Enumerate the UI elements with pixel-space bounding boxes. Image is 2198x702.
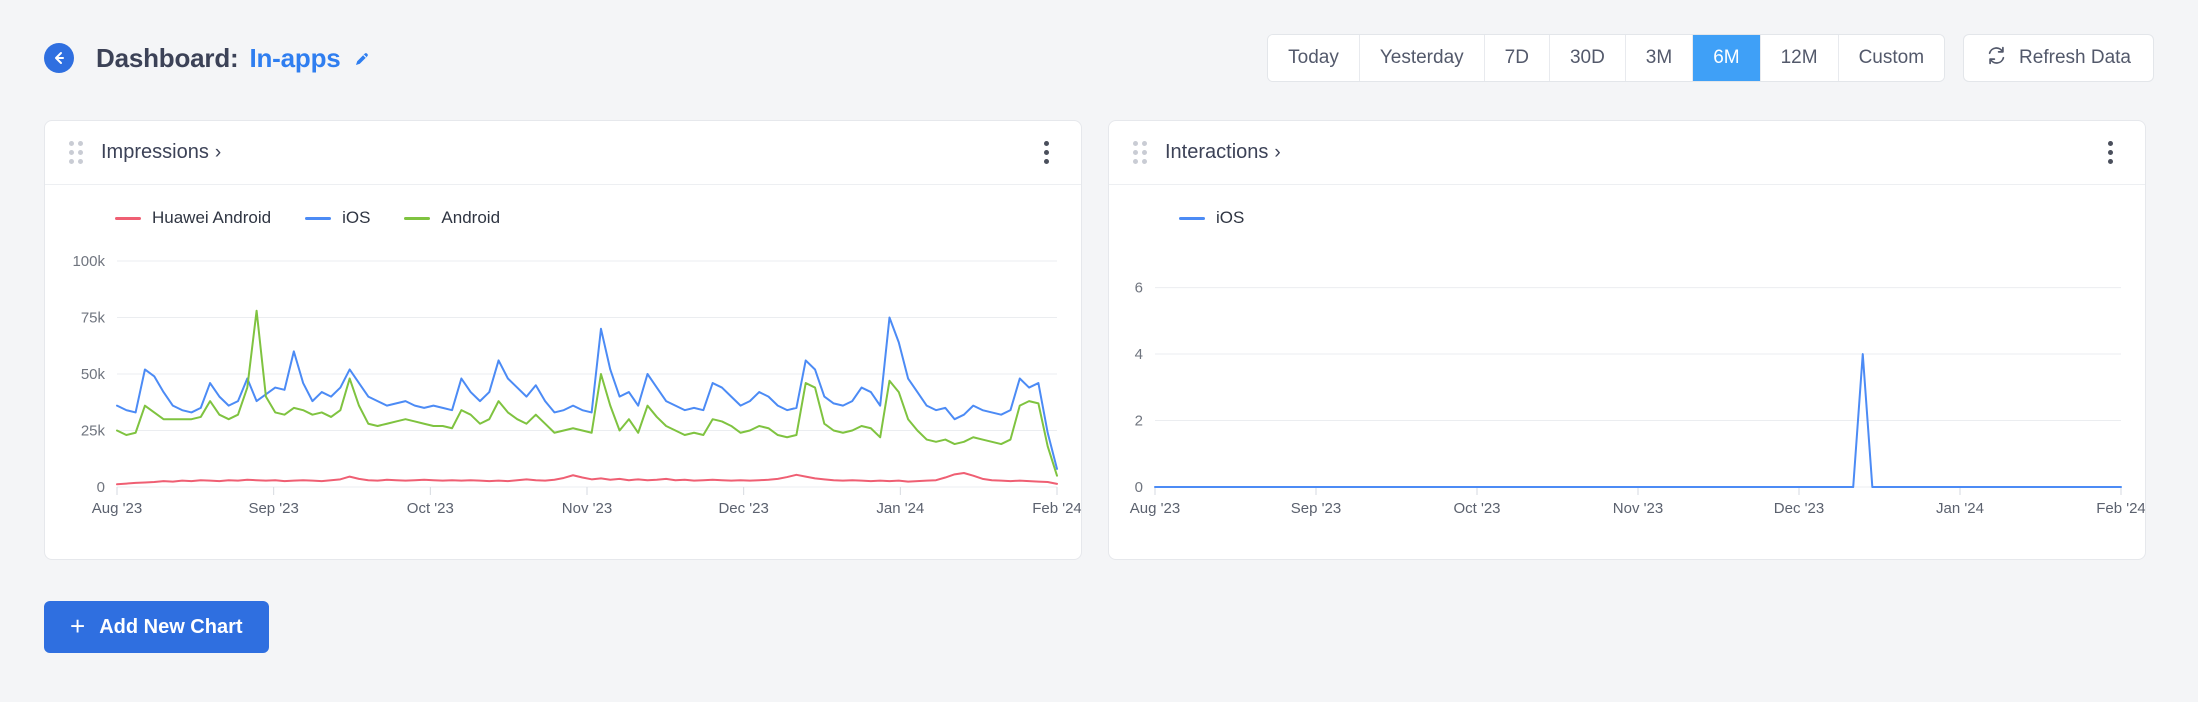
range-button-yesterday[interactable]: Yesterday xyxy=(1360,35,1485,81)
page-title-prefix: Dashboard: xyxy=(96,43,238,74)
x-axis-tick-label: Oct '23 xyxy=(1453,500,1500,517)
x-axis-tick-label: Nov '23 xyxy=(1613,500,1663,517)
x-axis-tick-label: Dec '23 xyxy=(1774,500,1824,517)
legend-label-ios: iOS xyxy=(342,208,370,228)
plot-impressions: 0 25k 50k 75k 100k Aug '23 Sep '23 Oct '23 Nov '… xyxy=(45,247,1081,527)
x-axis-tick-label: Dec '23 xyxy=(718,500,768,517)
legend-interactions: iOS xyxy=(1109,203,2145,233)
date-range-group: Today Yesterday 7D 30D 3M 6M 12M Custom xyxy=(1267,34,1945,82)
pencil-edit-icon[interactable] xyxy=(352,50,371,69)
kebab-menu-icon[interactable] xyxy=(1038,135,1055,170)
page-title: Dashboard: In-apps xyxy=(96,43,371,74)
impressions-line-chart[interactable]: 0 25k 50k 75k 100k Aug '23 Sep '23 Oct '23 Nov '… xyxy=(45,247,1081,527)
legend-item-android[interactable]: Android xyxy=(404,208,500,228)
drag-handle-icon[interactable] xyxy=(1133,141,1147,164)
legend-label-android: Android xyxy=(441,208,500,228)
legend-impressions: Huawei Android iOS Android xyxy=(45,203,1081,233)
range-button-3m[interactable]: 3M xyxy=(1626,35,1693,81)
range-button-12m[interactable]: 12M xyxy=(1761,35,1839,81)
drag-handle-icon[interactable] xyxy=(69,141,83,164)
card-title-text: Interactions xyxy=(1165,141,1268,163)
x-axis-tick-label: Aug '23 xyxy=(1130,500,1180,517)
legend-label-huawei-android: Huawei Android xyxy=(152,208,271,228)
x-axis-tick-label: Aug '23 xyxy=(92,500,142,517)
legend-swatch-huawei-android xyxy=(115,217,141,220)
y-axis-tick-label: 6 xyxy=(1135,280,1143,297)
series-line-huawei-android xyxy=(117,473,1057,484)
y-axis-tick-label: 0 xyxy=(1135,479,1143,496)
x-axis-tick-label: Jan '24 xyxy=(1936,500,1984,517)
y-axis-tick-label: 25k xyxy=(81,423,106,440)
page-header: Dashboard: In-apps Today Yesterday 7D 30… xyxy=(0,0,2198,116)
refresh-cycle-icon xyxy=(1986,45,2007,72)
legend-label-ios: iOS xyxy=(1216,208,1244,228)
kebab-menu-icon[interactable] xyxy=(2102,135,2119,170)
range-button-custom[interactable]: Custom xyxy=(1839,35,1944,81)
x-axis-tick-label: Feb '24 xyxy=(2096,500,2145,517)
header-left: Dashboard: In-apps xyxy=(44,43,371,74)
card-header-interactions: Interactions › xyxy=(1109,121,2145,185)
card-title-interactions[interactable]: Interactions › xyxy=(1165,141,1281,164)
x-axis-tick-label: Oct '23 xyxy=(407,500,454,517)
legend-swatch-android xyxy=(404,217,430,220)
card-title-impressions[interactable]: Impressions › xyxy=(101,141,221,164)
header-right: Today Yesterday 7D 30D 3M 6M 12M Custom xyxy=(1267,34,2154,82)
chevron-right-icon: › xyxy=(215,142,221,163)
y-axis-tick-label: 50k xyxy=(81,366,106,383)
series-line-ios xyxy=(117,318,1057,469)
x-axis-tick-label: Nov '23 xyxy=(562,500,612,517)
y-axis-tick-label: 0 xyxy=(97,479,105,496)
add-new-chart-button[interactable]: + Add New Chart xyxy=(44,601,269,653)
chevron-right-icon: › xyxy=(1274,142,1280,163)
y-axis-tick-label: 2 xyxy=(1135,413,1143,430)
range-button-6m[interactable]: 6M xyxy=(1693,35,1760,81)
charts-grid: Impressions › Huawei Android iOS xyxy=(44,120,2146,560)
refresh-data-label: Refresh Data xyxy=(2019,47,2131,69)
dashboard-page: Dashboard: In-apps Today Yesterday 7D 30… xyxy=(0,0,2198,702)
range-button-today[interactable]: Today xyxy=(1268,35,1360,81)
legend-item-ios[interactable]: iOS xyxy=(305,208,370,228)
y-axis-tick-label: 4 xyxy=(1135,346,1143,363)
x-axis-tick-label: Jan '24 xyxy=(876,500,924,517)
y-axis-tick-label: 75k xyxy=(81,310,106,327)
card-header-impressions: Impressions › xyxy=(45,121,1081,185)
x-axis-tick-label: Sep '23 xyxy=(1291,500,1341,517)
plot-interactions: 0 2 4 6 Aug '23 Sep '23 Oct '23 Nov '23 Dec '23 J… xyxy=(1109,247,2145,527)
card-title-text: Impressions xyxy=(101,141,209,163)
back-button[interactable] xyxy=(44,43,74,73)
plus-icon: + xyxy=(70,613,85,639)
add-new-chart-label: Add New Chart xyxy=(99,616,242,639)
legend-item-ios[interactable]: iOS xyxy=(1179,208,1244,228)
legend-swatch-ios xyxy=(1179,217,1205,220)
legend-item-huawei-android[interactable]: Huawei Android xyxy=(115,208,271,228)
card-header-left: Interactions › xyxy=(1133,141,1281,164)
chart-card-interactions: Interactions › iOS 0 2 4 6 Aug '23 Sep '23 Oct … xyxy=(1108,120,2146,560)
page-title-name[interactable]: In-apps xyxy=(249,43,340,74)
card-header-left: Impressions › xyxy=(69,141,221,164)
refresh-data-button[interactable]: Refresh Data xyxy=(1963,34,2154,82)
range-button-30d[interactable]: 30D xyxy=(1550,35,1626,81)
x-axis-tick-label: Feb '24 xyxy=(1032,500,1081,517)
range-button-7d[interactable]: 7D xyxy=(1485,35,1550,81)
legend-swatch-ios xyxy=(305,217,331,220)
arrow-left-circle-icon xyxy=(50,49,68,67)
card-body-interactions: iOS 0 2 4 6 Aug '23 Sep '23 Oct '23 Nov '23 Dec … xyxy=(1109,185,2145,559)
series-line-android xyxy=(117,311,1057,476)
y-axis-tick-label: 100k xyxy=(72,253,105,270)
card-body-impressions: Huawei Android iOS Android 0 25k 50k 75k 100… xyxy=(45,185,1081,559)
x-axis-tick-label: Sep '23 xyxy=(248,500,298,517)
chart-card-impressions: Impressions › Huawei Android iOS xyxy=(44,120,1082,560)
interactions-line-chart[interactable]: 0 2 4 6 Aug '23 Sep '23 Oct '23 Nov '23 Dec '23 J… xyxy=(1109,247,2145,527)
